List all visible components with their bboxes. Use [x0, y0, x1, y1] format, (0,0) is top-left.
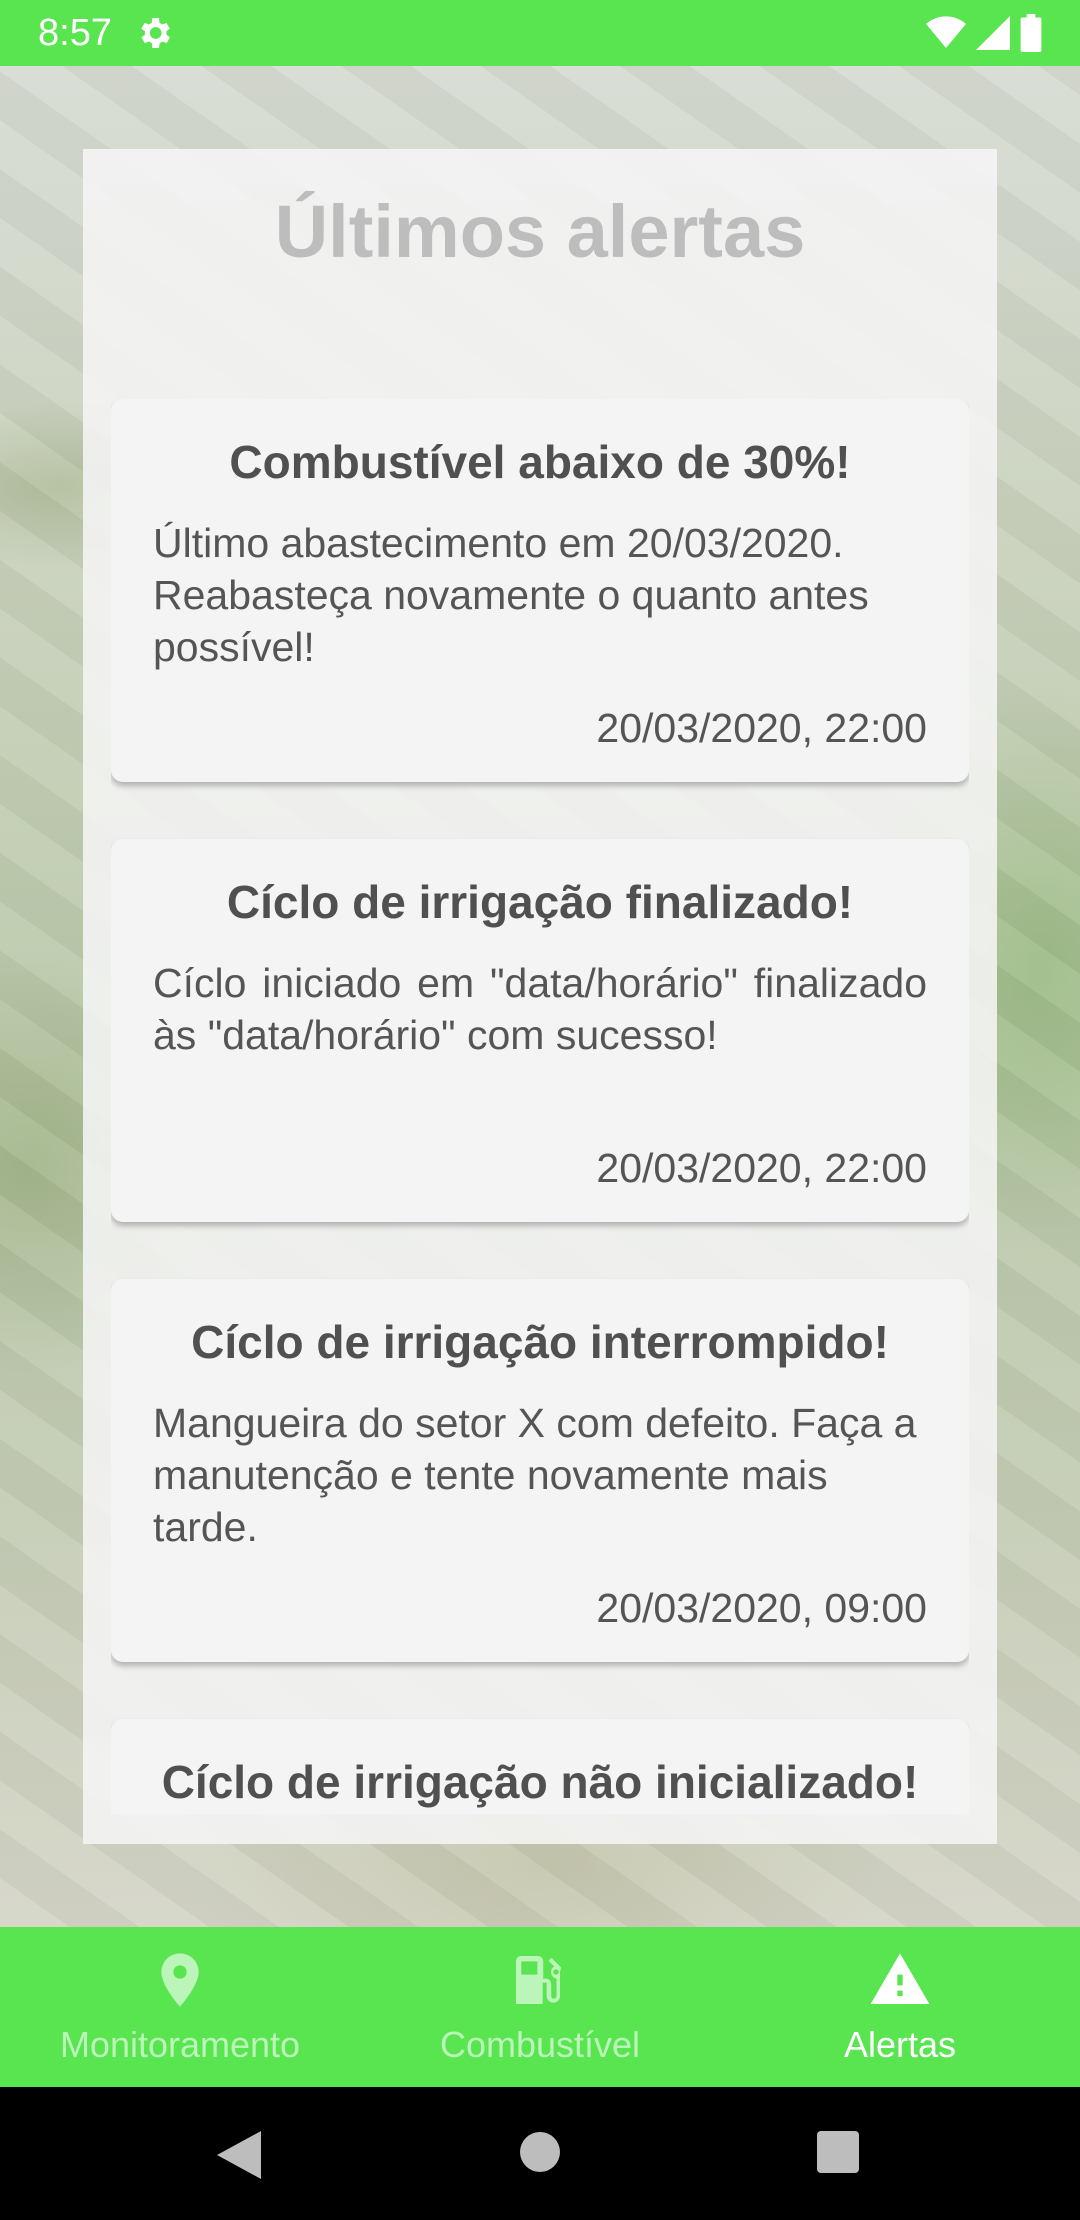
alert-timestamp: 20/03/2020, 09:00: [596, 1585, 927, 1631]
signal-icon: [976, 16, 1010, 50]
alert-body: Mangueira do setor X com defeito. Faça a…: [153, 1400, 917, 1550]
gear-icon: [141, 18, 170, 48]
nav-label: Monitoramento: [59, 2024, 301, 2065]
alert-timestamp: 20/03/2020, 22:00: [596, 705, 927, 751]
nav-item-combustivel[interactable]: Combustível: [360, 1927, 720, 2087]
alert-body: Cíclo iniciado em "data/horário" finaliz…: [153, 960, 927, 1058]
nav-label: Combustível: [439, 2024, 641, 2065]
home-icon[interactable]: [519, 2131, 561, 2173]
alerts-list[interactable]: Combustível abaixo de 30%! Último abaste…: [111, 399, 969, 1814]
location-pin-icon: [161, 1953, 199, 2007]
alert-card[interactable]: Cíclo de irrigação não inicializado!: [111, 1719, 969, 1814]
alerts-panel: Últimos alertas Combustível abaixo de 30…: [83, 149, 997, 1844]
bottom-navigation: Monitoramento Combustível Alertas: [0, 1927, 1080, 2087]
nav-item-monitoramento[interactable]: Monitoramento: [0, 1927, 360, 2087]
status-bar: 8:57: [0, 0, 1080, 66]
wifi-icon: [926, 16, 966, 48]
alert-card[interactable]: Cíclo de irrigação finalizado! Cíclo ini…: [111, 839, 969, 1222]
battery-icon: [1020, 14, 1042, 52]
nav-label: Alertas: [843, 2024, 957, 2065]
alert-title: Cíclo de irrigação não inicializado!: [161, 1756, 919, 1808]
back-icon[interactable]: [217, 2131, 261, 2179]
alert-title: Cíclo de irrigação interrompido!: [191, 1316, 889, 1368]
nav-item-alertas[interactable]: Alertas: [720, 1927, 1080, 2087]
alert-title: Cíclo de irrigação finalizado!: [226, 876, 854, 928]
system-navigation-bar: [0, 2087, 1080, 2220]
status-time: 8:57: [38, 11, 112, 54]
alert-title: Combustível abaixo de 30%!: [229, 436, 851, 488]
alert-card[interactable]: Cíclo de irrigação interrompido! Manguei…: [111, 1279, 969, 1662]
fuel-pump-icon: [516, 1956, 561, 2004]
alert-card[interactable]: Combustível abaixo de 30%! Último abaste…: [111, 399, 969, 782]
alert-body: Último abastecimento em 20/03/2020. Reab…: [153, 520, 869, 670]
recents-icon[interactable]: [817, 2131, 859, 2173]
warning-icon: [870, 1953, 930, 2004]
page-title: Últimos alertas: [274, 190, 806, 273]
status-icons: [926, 14, 1042, 52]
alert-timestamp: 20/03/2020, 22:00: [596, 1145, 927, 1191]
